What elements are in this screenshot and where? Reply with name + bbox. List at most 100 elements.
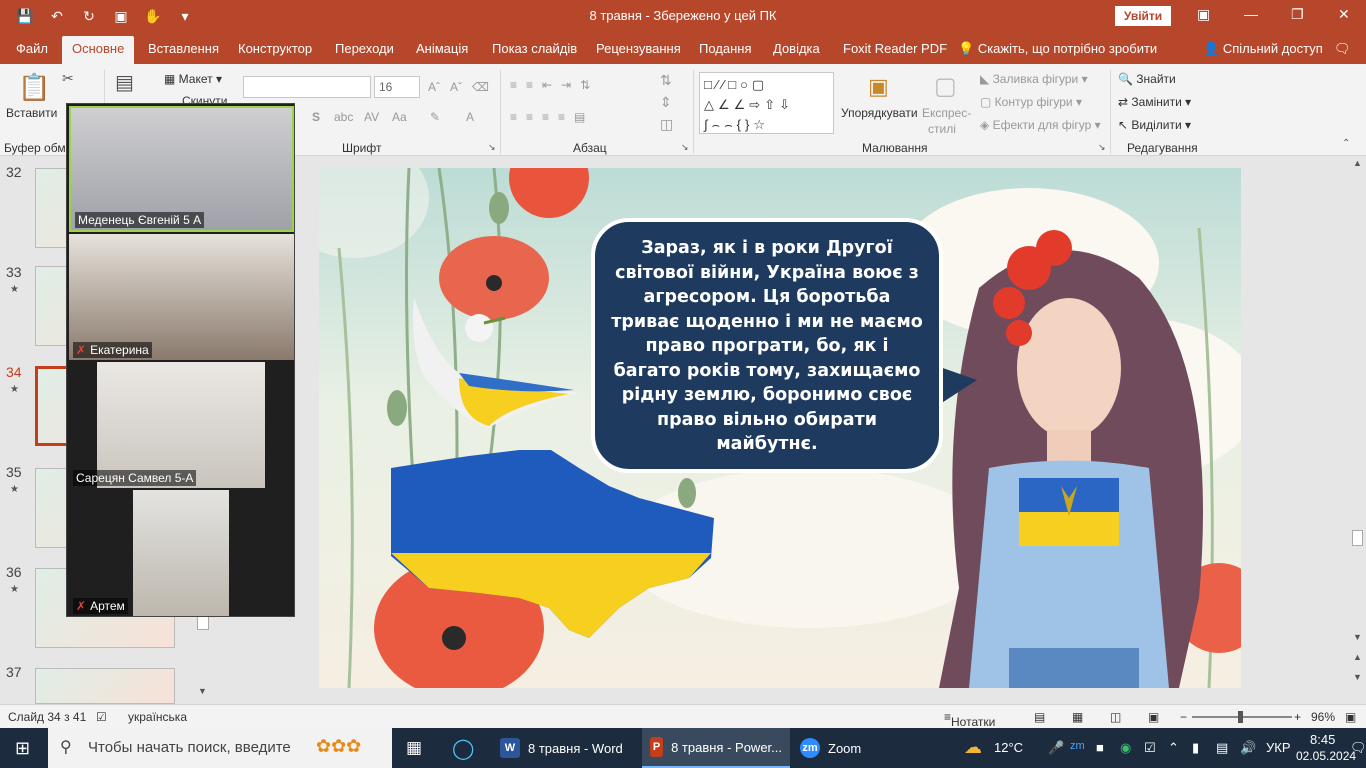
align-buttons-icon[interactable]: ≡≡≡≡▤ (510, 110, 594, 124)
shape-outline-button[interactable]: ▢ Контур фігури ▾ (980, 95, 1082, 109)
wifi-icon[interactable]: ▤ (1216, 740, 1228, 756)
notifications-icon[interactable]: 🗨 (1350, 740, 1366, 756)
quick-styles-label-1[interactable]: Експрес- (922, 106, 971, 120)
clear-format-icon[interactable]: ⌫ (472, 80, 489, 94)
tell-me-box[interactable]: 💡 Скажіть, що потрібно зробити (958, 41, 1157, 57)
tab-animations[interactable]: Анімація (416, 41, 468, 56)
char-spacing-icon[interactable]: AV (364, 110, 379, 124)
tab-design[interactable]: Конструктор (238, 41, 312, 56)
tab-insert[interactable]: Вставлення (148, 41, 219, 56)
tab-help[interactable]: Довідка (773, 41, 820, 56)
scroll-down-icon[interactable]: ▼ (198, 686, 207, 696)
zoom-slider-thumb[interactable] (1238, 711, 1243, 723)
slide-canvas[interactable]: Зараз, як і в роки Другої світової війни… (319, 168, 1241, 688)
tab-slideshow[interactable]: Показ слайдів (492, 41, 577, 56)
change-case-icon[interactable]: Aa (392, 110, 407, 124)
windows-start-icon[interactable]: ⊞ (15, 738, 30, 759)
taskbar-search[interactable]: ⚲ Чтобы начать поиск, введите ✿✿✿ (48, 728, 392, 768)
find-button[interactable]: 🔍 Знайти (1118, 72, 1176, 86)
language-label[interactable]: українська (128, 710, 187, 724)
maximize-icon[interactable]: ❐ (1291, 6, 1304, 23)
shape-effects-button[interactable]: ◈ Ефекти для фігур ▾ (980, 118, 1101, 132)
layout-button[interactable]: ▦ Макет ▾ (164, 72, 222, 86)
clock-time[interactable]: 8:45 (1310, 732, 1335, 747)
previous-slide-icon[interactable]: ▲ (1353, 652, 1362, 662)
drawing-launcher-icon[interactable]: ↘ (1098, 142, 1106, 153)
speech-bubble-text[interactable]: Зараз, як і в роки Другої світової війни… (591, 218, 943, 473)
new-slide-icon[interactable]: ▤ (115, 70, 134, 95)
arrange-button[interactable]: Упорядкувати (841, 106, 918, 120)
zoom-slider[interactable] (1192, 711, 1292, 723)
replace-button[interactable]: ⇄ Замінити ▾ (1118, 95, 1191, 109)
close-icon[interactable]: ✕ (1338, 6, 1350, 23)
smartart-icon[interactable]: ◫ (660, 116, 673, 133)
slide-thumbnail-37[interactable] (35, 668, 175, 704)
highlight-icon[interactable]: ✎ (430, 110, 440, 124)
share-button[interactable]: 👤 Спільний доступ (1203, 41, 1323, 57)
spellcheck-icon[interactable]: ☑ (96, 710, 107, 724)
normal-view-icon[interactable]: ▤ (1034, 710, 1045, 724)
network-app-icon[interactable]: ■ (1096, 740, 1104, 755)
shadow-text-icon[interactable]: S (312, 110, 320, 124)
tab-view[interactable]: Подання (699, 41, 752, 56)
font-name-box[interactable] (243, 76, 371, 98)
grow-font-icon[interactable]: Aˆ (428, 80, 440, 94)
collapse-ribbon-icon[interactable]: ⌃ (1342, 138, 1350, 149)
tab-transitions[interactable]: Переходи (335, 41, 394, 56)
tab-home[interactable]: Основне (62, 36, 135, 64)
list-buttons-icon[interactable]: ≡≡⇤⇥⇅ (510, 78, 599, 92)
tab-review[interactable]: Рецензування (596, 41, 681, 56)
zoom-percent[interactable]: 96% (1311, 710, 1335, 724)
arrange-icon[interactable]: ▣ (868, 74, 889, 100)
select-button[interactable]: ↖ Виділити ▾ (1118, 118, 1191, 132)
edge-icon[interactable]: ◯ (452, 736, 474, 761)
fit-slide-icon[interactable]: ▣ (1345, 710, 1356, 724)
volume-icon[interactable]: 🔊 (1240, 740, 1256, 756)
cut-icon[interactable]: ✂ (62, 70, 74, 87)
participant-tile[interactable]: Меденець Євгеній 5 А (69, 106, 294, 232)
paragraph-launcher-icon[interactable]: ↘ (681, 142, 689, 153)
zoom-tray-icon[interactable]: zm (1070, 740, 1085, 752)
weather-temp[interactable]: 12°C (994, 740, 1023, 755)
font-size-box[interactable]: 16 (374, 76, 420, 98)
battery-icon[interactable]: ▮ (1192, 740, 1199, 756)
zoom-out-icon[interactable]: − (1180, 710, 1187, 724)
ribbon-display-icon[interactable]: ▣ (1197, 6, 1210, 23)
taskbar-app-word[interactable]: W 8 травня - Word (492, 728, 640, 768)
notes-button[interactable]: ≡ Нотатки (944, 710, 995, 729)
participant-tile[interactable]: Сарецян Самвел 5-А (69, 362, 294, 488)
task-view-icon[interactable]: ▦ (406, 738, 422, 758)
taskbar-app-zoom[interactable]: zm Zoom (792, 728, 888, 768)
taskbar-app-powerpoint[interactable]: P 8 травня - Power... (642, 728, 790, 768)
zoom-in-icon[interactable]: + (1294, 710, 1301, 724)
weather-icon[interactable]: ☁ (964, 737, 982, 758)
tab-foxit[interactable]: Foxit Reader PDF (843, 41, 947, 56)
slide-sorter-icon[interactable]: ▦ (1072, 710, 1083, 724)
quick-styles-label-2[interactable]: стилі (928, 122, 956, 136)
participant-tile[interactable]: ✗ Артем (69, 490, 294, 616)
text-direction-icon[interactable]: ⇅ (660, 72, 672, 89)
clock-date[interactable]: 02.05.2024 (1296, 749, 1356, 763)
align-text-icon[interactable]: ⇕ (660, 94, 672, 111)
strikethrough-icon[interactable]: abc (334, 110, 353, 124)
grammarly-icon[interactable]: ◉ (1120, 740, 1131, 756)
scroll-up-icon[interactable]: ▲ (1353, 158, 1362, 168)
paste-button[interactable]: Вставити (6, 106, 57, 120)
signin-button[interactable]: Увійти (1115, 6, 1171, 26)
scroll-down-icon[interactable]: ▼ (1353, 632, 1362, 642)
zoom-gallery-window[interactable]: Меденець Євгеній 5 А ✗ Екатерина Сарецян … (66, 103, 295, 617)
shape-fill-button[interactable]: ◣ Заливка фігури ▾ (980, 72, 1088, 86)
participant-tile[interactable]: ✗ Екатерина (69, 234, 294, 360)
slideshow-view-icon[interactable]: ▣ (1148, 710, 1159, 724)
font-launcher-icon[interactable]: ↘ (488, 142, 496, 153)
reading-view-icon[interactable]: ◫ (1110, 710, 1121, 724)
font-color-icon[interactable]: A (466, 110, 474, 124)
input-language[interactable]: УКР (1266, 740, 1291, 755)
tab-file[interactable]: Файл (16, 41, 48, 56)
slide-scrollbar[interactable]: ▲ ▼ ▲ ▼ (1349, 156, 1366, 704)
paste-icon[interactable]: 📋 (18, 72, 50, 103)
defender-icon[interactable]: ☑ (1144, 740, 1156, 756)
minimize-icon[interactable]: — (1244, 6, 1258, 22)
quick-styles-icon[interactable]: ▢ (934, 72, 957, 101)
shrink-font-icon[interactable]: Aˇ (450, 80, 462, 94)
